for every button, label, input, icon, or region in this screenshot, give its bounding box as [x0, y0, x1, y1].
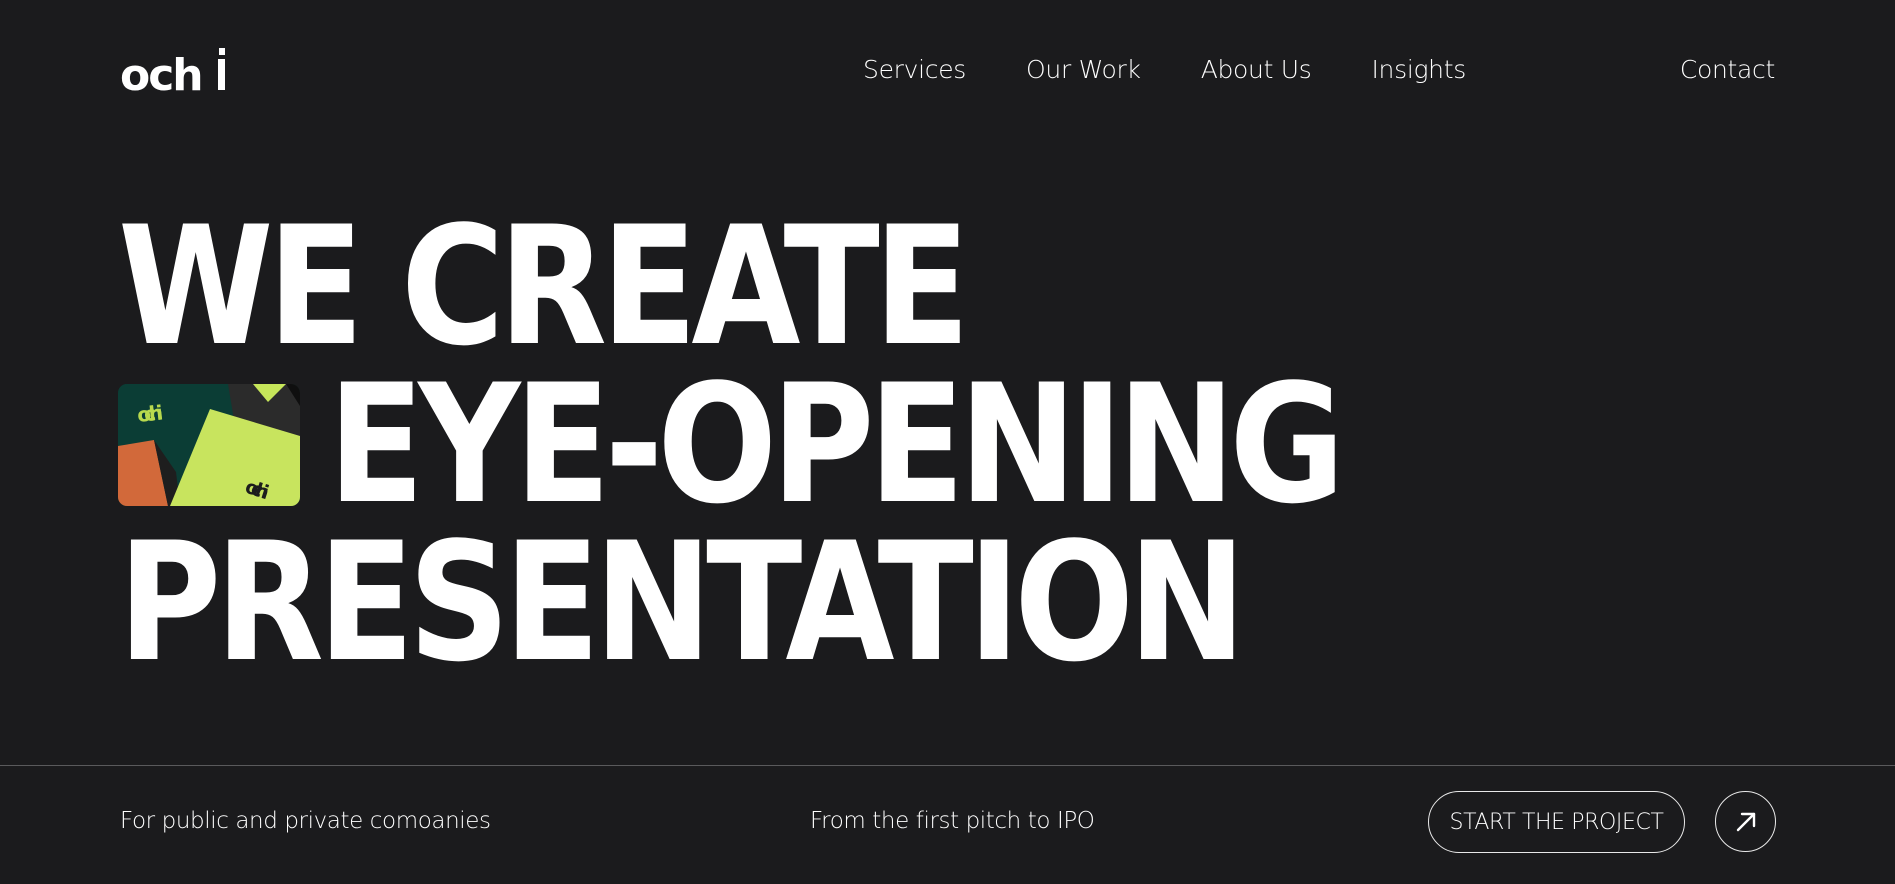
landing-page: och Services Our Work About Us Insights … — [0, 0, 1895, 884]
start-project-arrow-button[interactable] — [1715, 791, 1776, 852]
hero-line-2-text: EYE-OPENING — [328, 349, 1345, 540]
section-divider — [0, 765, 1895, 766]
nav-link-services[interactable]: Services — [863, 55, 966, 84]
tagline-pitch: From the first pitch to IPO — [810, 808, 1095, 834]
hero-heading: WE CREATE ochi ochi EYE-OPENING PRESENTA… — [118, 191, 1504, 698]
arrow-up-right-icon — [1736, 812, 1755, 831]
hero-line-2: ochi ochi EYE-OPENING — [118, 349, 1504, 540]
hero-line-3: PRESENTATION — [118, 507, 1246, 698]
hero-line-1: WE CREATE — [118, 191, 970, 382]
nav-link-contact[interactable]: Contact — [1680, 55, 1775, 84]
start-project-button[interactable]: START THE PROJECT — [1428, 791, 1685, 853]
main-nav: Services Our Work About Us Insights — [863, 55, 1466, 84]
brand-card-image: ochi ochi — [118, 384, 300, 506]
ochi-logo[interactable]: och — [120, 45, 230, 93]
nav-link-insights[interactable]: Insights — [1371, 55, 1466, 84]
svg-text:och: och — [120, 50, 202, 93]
ochi-logo-icon: och — [120, 48, 225, 93]
nav-link-about-us[interactable]: About Us — [1201, 55, 1312, 84]
nav-link-our-work[interactable]: Our Work — [1026, 55, 1141, 84]
tagline-companies: For public and private comoanies — [120, 808, 491, 834]
